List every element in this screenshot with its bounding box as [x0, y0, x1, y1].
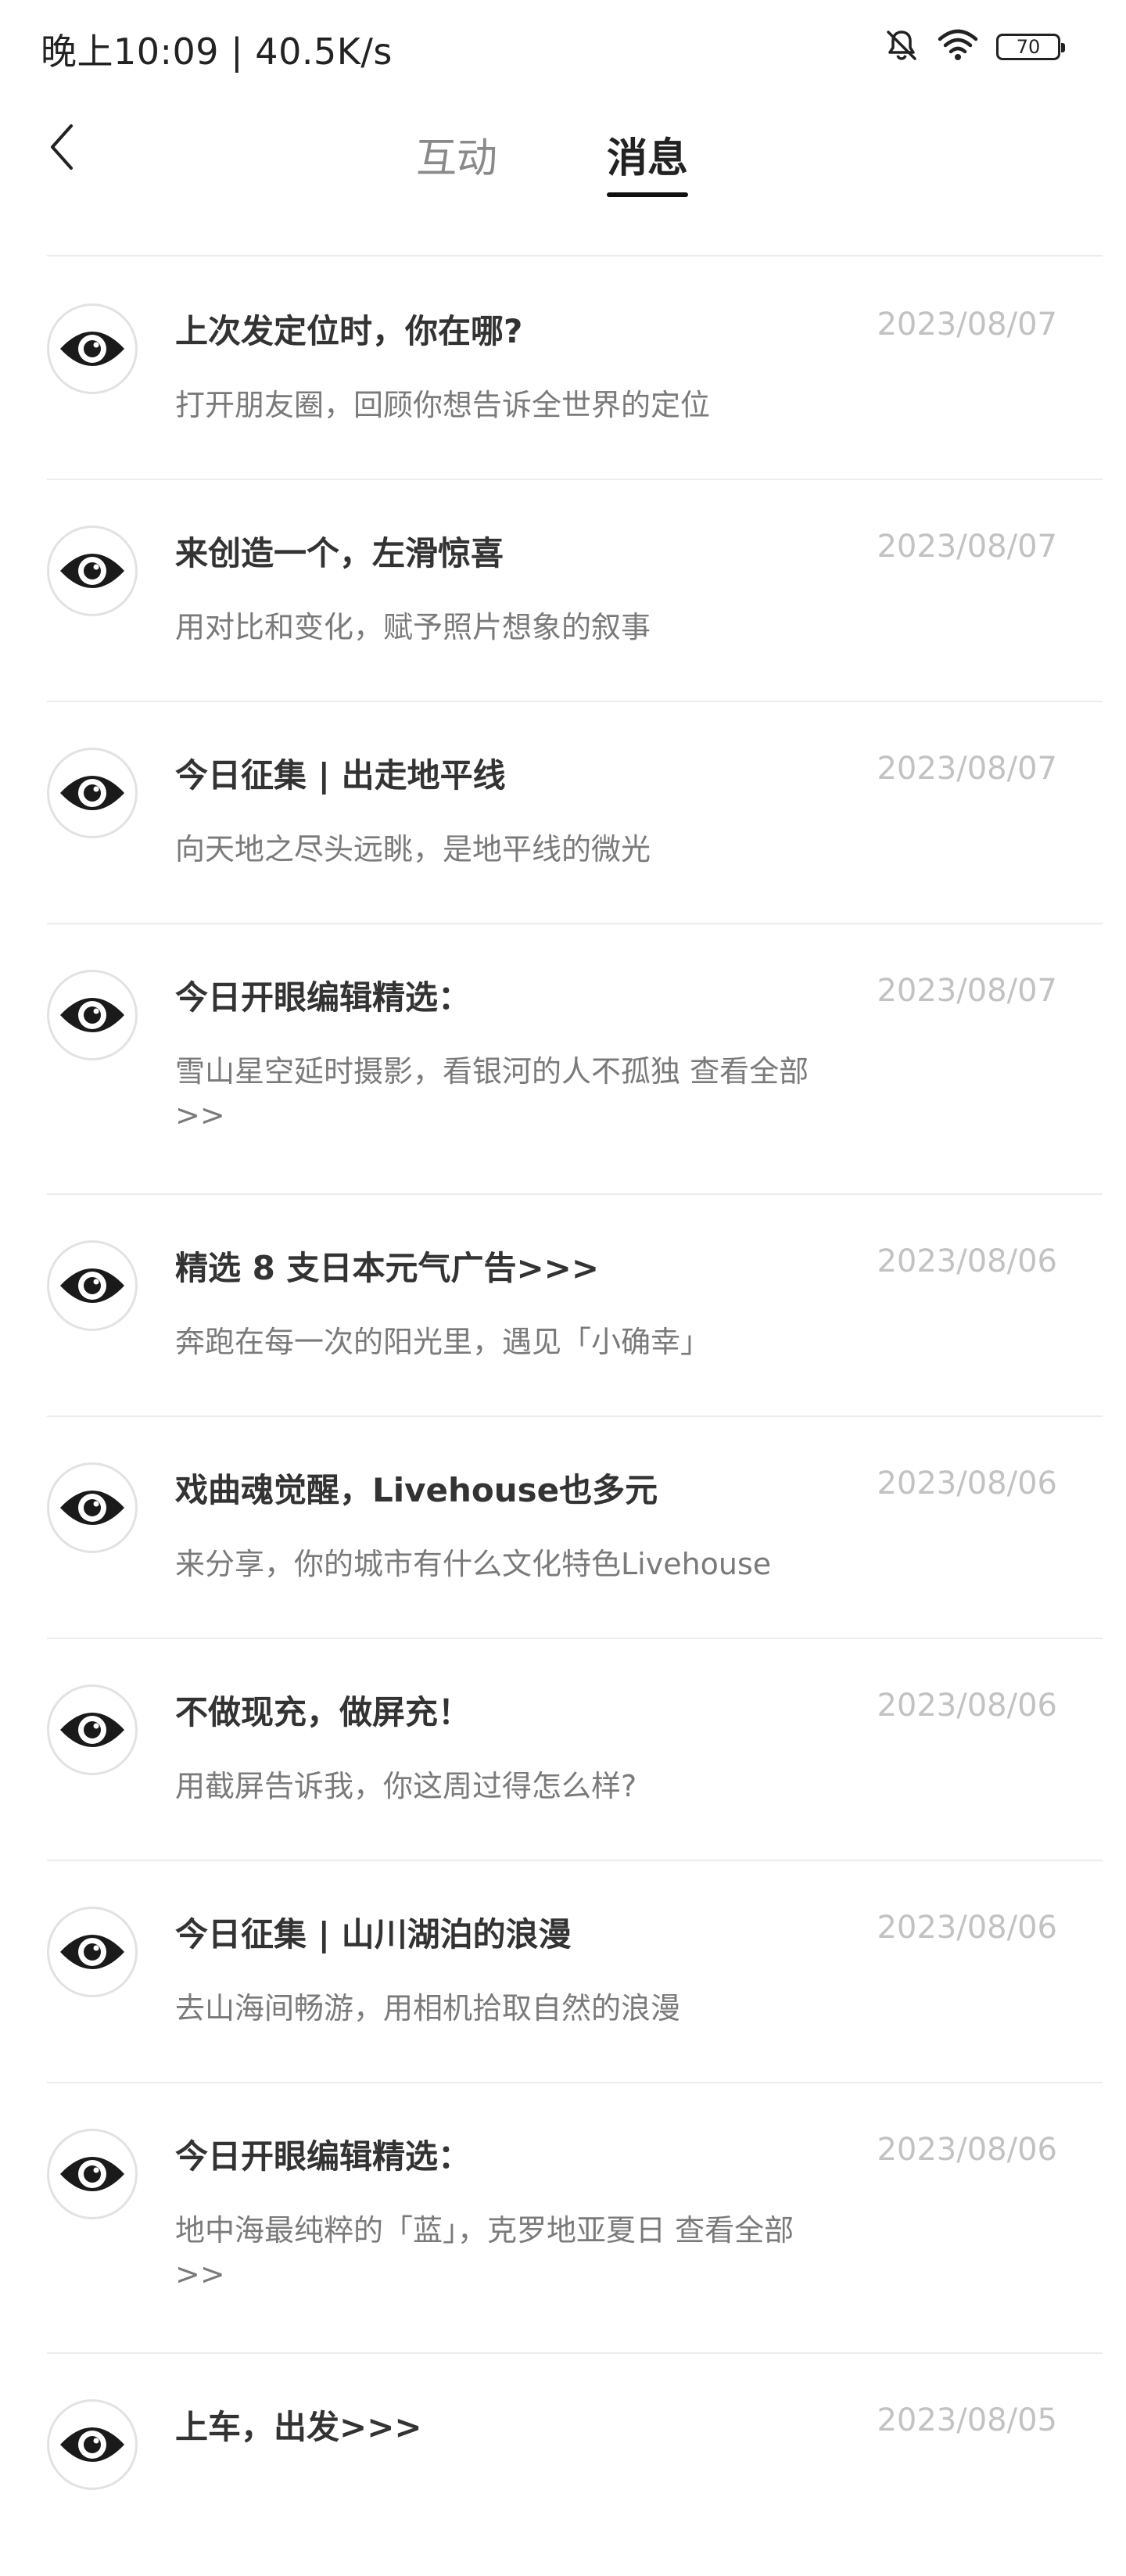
eye-icon	[47, 303, 138, 394]
eye-icon	[47, 1907, 138, 1997]
message-item[interactable]: 今日开眼编辑精选： 2023/08/06 地中海最纯粹的「蓝」，克罗地亚夏日 查…	[0, 2083, 1126, 2354]
header: 互动 消息	[0, 94, 1126, 257]
message-item[interactable]: 今日征集 | 出走地平线 2023/08/07 向天地之尽头远眺，是地平线的微光	[0, 702, 1126, 924]
eye-icon	[47, 748, 138, 838]
wifi-icon	[937, 28, 979, 66]
message-list: 上次发定位时，你在哪? 2023/08/07 打开朋友圈，回顾你想告诉全世界的定…	[0, 258, 1126, 2576]
active-tab-indicator	[607, 192, 688, 197]
status-time-speed: 晚上10:09 | 40.5K/s	[41, 30, 393, 73]
message-preview: 打开朋友圈，回顾你想告诉全世界的定位	[175, 388, 711, 422]
message-preview: 奔跑在每一次的阳光里，遇见「小确幸」	[175, 1325, 711, 1359]
message-item[interactable]: 来创造一个，左滑惊喜 2023/08/07 用对比和变化，赋予照片想象的叙事	[0, 480, 1126, 702]
eye-icon	[47, 1684, 138, 1775]
battery-level: 70	[1016, 36, 1041, 58]
message-preview: 来分享，你的城市有什么文化特色Livehouse	[175, 1547, 772, 1581]
message-preview: 用对比和变化，赋予照片想象的叙事	[175, 610, 651, 644]
chevron-left-icon	[48, 123, 76, 174]
message-date: 2023/08/07	[877, 529, 1057, 565]
header-divider	[47, 255, 1103, 257]
back-button[interactable]	[34, 117, 89, 180]
message-date: 2023/08/06	[877, 1688, 1057, 1724]
message-date: 2023/08/06	[877, 1243, 1057, 1279]
message-item[interactable]: 今日征集 | 山川湖泊的浪漫 2023/08/06 去山海间畅游，用相机拾取自然…	[0, 1861, 1126, 2083]
message-title: 不做现充，做屏充！	[175, 1693, 472, 1731]
message-title: 今日开眼编辑精选：	[175, 978, 472, 1017]
message-item[interactable]: 上车，出发>>> 2023/08/05	[0, 2354, 1126, 2576]
message-title: 精选 8 支日本元气广告>>>	[175, 1249, 600, 1287]
message-preview: 用截屏告诉我，你这周过得怎么样?	[175, 1769, 637, 1803]
message-title: 来创造一个，左滑惊喜	[175, 534, 504, 572]
message-title: 上次发定位时，你在哪?	[175, 312, 523, 350]
battery-icon: 70	[996, 34, 1065, 60]
eye-icon	[47, 2129, 138, 2219]
message-date: 2023/08/06	[877, 1466, 1057, 1501]
eye-icon	[47, 2399, 138, 2490]
message-title: 上车，出发>>>	[175, 2408, 422, 2446]
message-title: 今日征集 | 出走地平线	[175, 756, 506, 795]
message-preview: 去山海间畅游，用相机拾取自然的浪漫	[175, 1991, 681, 2025]
message-item[interactable]: 戏曲魂觉醒，Livehouse也多元 2023/08/06 来分享，你的城市有什…	[0, 1417, 1126, 1639]
message-item[interactable]: 精选 8 支日本元气广告>>> 2023/08/06 奔跑在每一次的阳光里，遇见…	[0, 1195, 1126, 1417]
status-bar: 晚上10:09 | 40.5K/s 70	[0, 0, 1126, 94]
tab-messages[interactable]: 消息	[607, 125, 688, 184]
message-date: 2023/08/07	[877, 751, 1057, 787]
message-preview: 向天地之尽头远眺，是地平线的微光	[175, 832, 651, 866]
eye-icon	[47, 1462, 138, 1553]
message-date: 2023/08/07	[877, 307, 1057, 343]
message-preview: 地中海最纯粹的「蓝」，克罗地亚夏日 查看全部>>	[175, 2213, 794, 2291]
message-title: 今日开眼编辑精选：	[175, 2137, 472, 2176]
message-preview: 雪山星空延时摄影，看银河的人不孤独 查看全部>>	[175, 1054, 809, 1132]
message-title: 戏曲魂觉醒，Livehouse也多元	[175, 1471, 658, 1509]
bell-muted-icon	[884, 27, 920, 66]
message-item[interactable]: 今日开眼编辑精选： 2023/08/07 雪山星空延时摄影，看银河的人不孤独 查…	[0, 924, 1126, 1195]
message-title: 今日征集 | 山川湖泊的浪漫	[175, 1915, 572, 1954]
tab-interact[interactable]: 互动	[416, 125, 497, 184]
message-date: 2023/08/06	[877, 1910, 1057, 1946]
eye-icon	[47, 1240, 138, 1331]
message-date: 2023/08/06	[877, 2132, 1057, 2168]
message-item[interactable]: 不做现充，做屏充！ 2023/08/06 用截屏告诉我，你这周过得怎么样?	[0, 1639, 1126, 1861]
message-item[interactable]: 上次发定位时，你在哪? 2023/08/07 打开朋友圈，回顾你想告诉全世界的定…	[0, 258, 1126, 480]
message-date: 2023/08/07	[877, 973, 1057, 1009]
status-icons: 70	[884, 27, 1065, 67]
message-date: 2023/08/05	[877, 2402, 1057, 2438]
eye-icon	[47, 970, 138, 1060]
eye-icon	[47, 526, 138, 616]
